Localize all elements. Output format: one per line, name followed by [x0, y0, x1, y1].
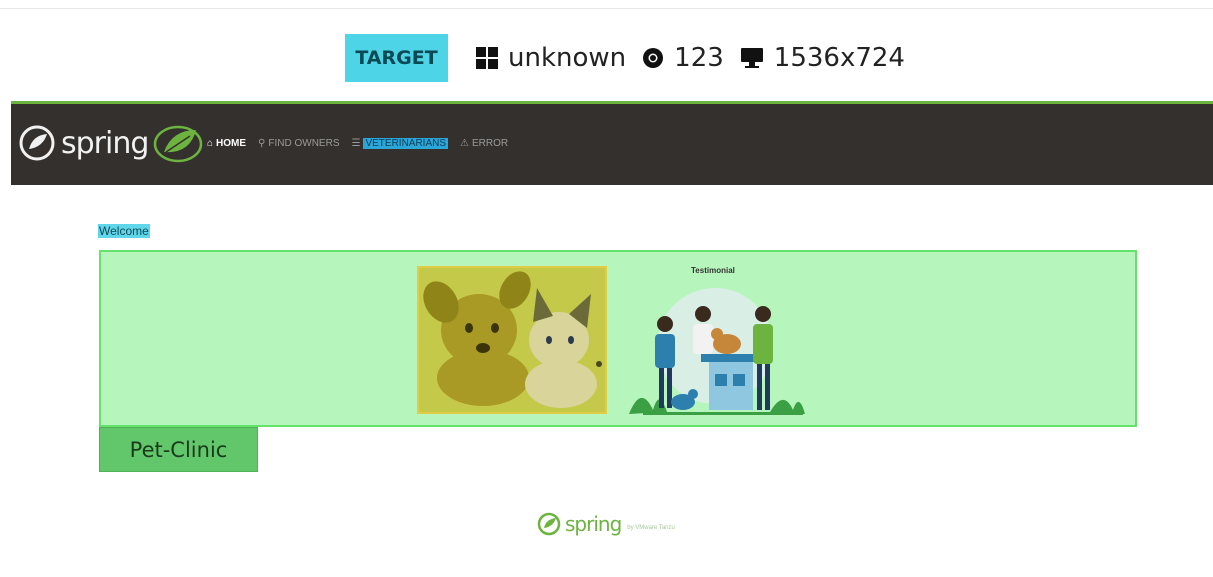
monitor-icon: [740, 48, 763, 68]
brand-name: spring: [61, 125, 149, 161]
spring-leaf-icon: [537, 512, 561, 536]
nav-veterinarians-label: VETERINARIANS: [363, 138, 449, 149]
footer-subtitle: by VMware Tanzu: [627, 525, 675, 531]
nav-home-label: HOME: [216, 138, 247, 149]
nav-menu: ⌂ HOME ⚲ FIND OWNERS ☰ VETERINARIANS ⚠ E…: [207, 138, 520, 149]
warning-icon: ⚠: [460, 138, 469, 149]
browser-info: 123: [642, 43, 724, 73]
footer-brand: spring: [565, 512, 622, 536]
resolution-info: 1536x724: [740, 43, 905, 73]
nav-find-owners-label: FIND OWNERS: [268, 138, 340, 149]
browser-version: 123: [674, 43, 724, 73]
spring-leaf-logo-icon: [154, 125, 203, 163]
testimonial-title: Testimonial: [691, 266, 735, 275]
nav-home[interactable]: ⌂ HOME: [207, 138, 246, 149]
os-info: unknown: [476, 43, 626, 73]
pet-clinic-button[interactable]: Pet-Clinic: [99, 427, 258, 472]
spring-logo[interactable]: spring: [19, 122, 204, 164]
navbar: spring ⌂ HOME ⚲ FIND OWNERS ☰ VETERINARI…: [11, 101, 1213, 185]
hero-banner: Testimonial: [99, 250, 1137, 427]
home-icon: ⌂: [207, 138, 214, 149]
dog-and-cat-icon: [423, 271, 602, 408]
nav-error[interactable]: ⚠ ERROR: [460, 138, 508, 149]
target-badge: TARGET: [345, 34, 448, 82]
resolution-label: 1536x724: [773, 43, 905, 73]
top-divider: [0, 8, 1213, 9]
session-info-bar: TARGET unknown 123 1536x724: [345, 34, 921, 82]
windows-icon: [476, 47, 498, 69]
spring-leaf-icon: [19, 125, 55, 161]
list-icon: ☰: [351, 138, 361, 149]
chrome-icon: [643, 48, 664, 68]
pets-image: [417, 266, 607, 414]
nav-find-owners[interactable]: ⚲ FIND OWNERS: [258, 138, 339, 149]
nav-veterinarians[interactable]: ☰ VETERINARIANS: [351, 138, 449, 149]
os-label: unknown: [508, 43, 627, 73]
nav-error-label: ERROR: [472, 138, 509, 149]
welcome-heading: Welcome: [98, 224, 150, 238]
search-icon: ⚲: [258, 138, 266, 149]
veterinarians-illustration: [629, 288, 805, 415]
footer-logo: spring by VMware Tanzu: [537, 512, 675, 536]
